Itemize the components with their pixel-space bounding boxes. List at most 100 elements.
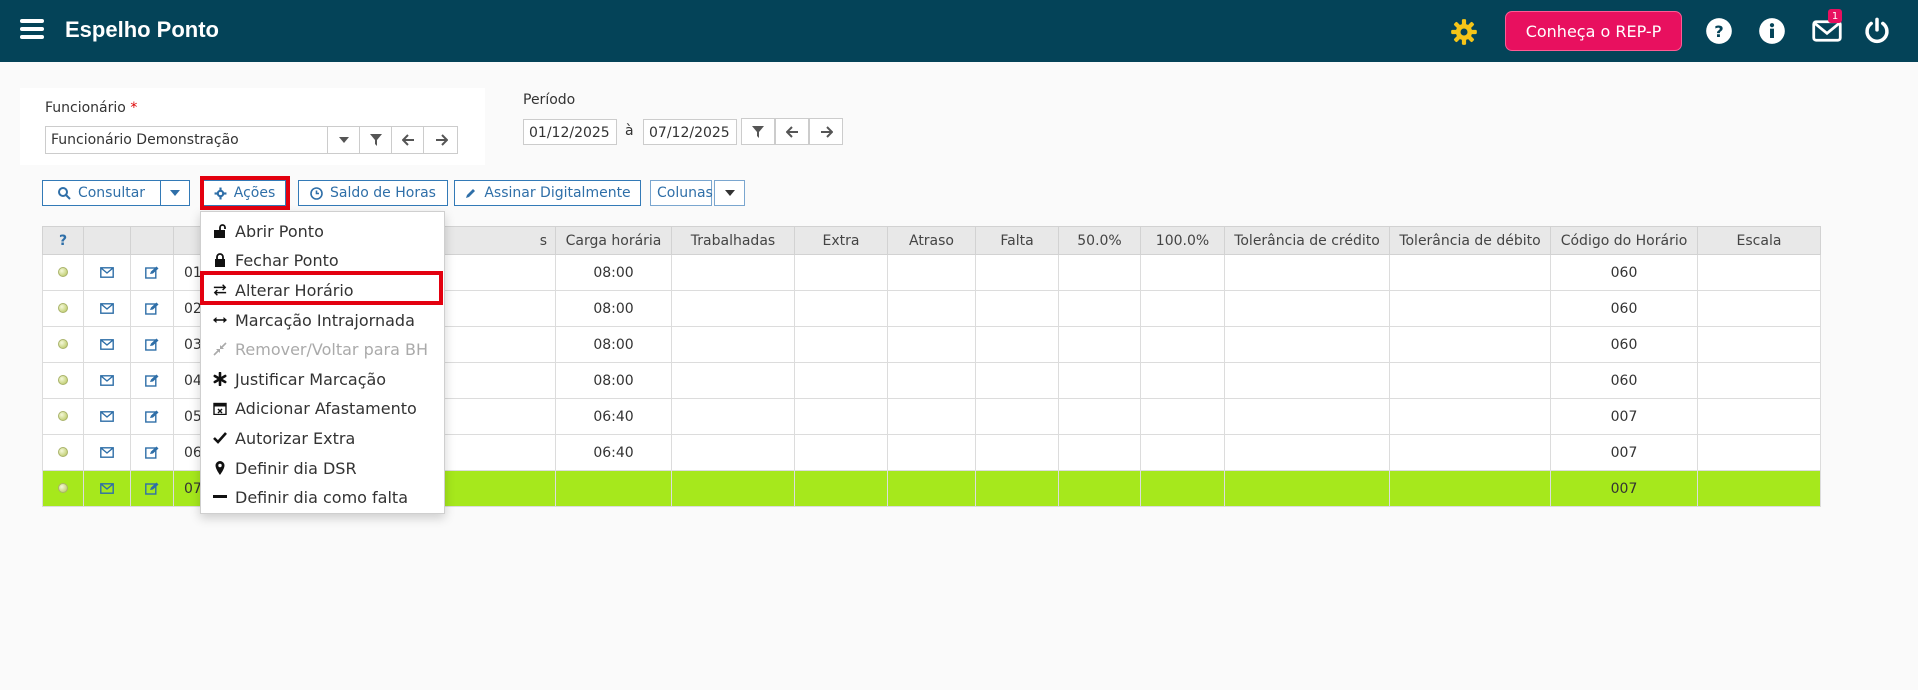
- table-cell: [1389, 326, 1551, 363]
- carga-cell: [555, 470, 672, 507]
- arrow-left-icon[interactable]: [391, 127, 424, 153]
- pencil-icon: [466, 188, 476, 198]
- menu-item-adicionar-afastamento[interactable]: Adicionar Afastamento: [201, 395, 444, 421]
- status-dot: [58, 266, 68, 277]
- mail-icon[interactable]: [83, 326, 131, 363]
- period-prev-button[interactable]: [775, 118, 809, 145]
- column-header-atraso: Atraso: [887, 226, 976, 255]
- table-cell: [1140, 434, 1225, 471]
- menu-item-fechar-ponto[interactable]: Fechar Ponto: [201, 247, 444, 273]
- menu-item-abrir-ponto[interactable]: Abrir Ponto: [201, 218, 444, 244]
- colunas-label: Colunas: [657, 185, 713, 201]
- unlock-icon: [213, 224, 227, 238]
- status-cell: [42, 362, 84, 399]
- table-cell: [1058, 398, 1141, 435]
- menu-item-alterar-horario[interactable]: Alterar Horário: [201, 277, 444, 303]
- mail-icon[interactable]: [83, 398, 131, 435]
- menu-item-definir-dia-como-falta[interactable]: Definir dia como falta: [201, 484, 444, 510]
- status-cell: [42, 434, 84, 471]
- filter-icon[interactable]: [359, 127, 392, 153]
- gear-icon[interactable]: [1450, 18, 1478, 46]
- acoes-dropdown-menu: Abrir Ponto Fechar Ponto Alterar Horário Ma…: [200, 211, 445, 514]
- mail-icon[interactable]: [83, 290, 131, 327]
- table-cell: [671, 290, 795, 327]
- table-cell: [1140, 254, 1225, 291]
- table-cell: [794, 290, 888, 327]
- table-cell: [1224, 470, 1390, 507]
- power-icon[interactable]: [1863, 17, 1891, 45]
- column-header-trabalhadas: Trabalhadas: [671, 226, 795, 255]
- table-cell: [1140, 398, 1225, 435]
- table-cell: [794, 398, 888, 435]
- acoes-label: Ações: [233, 185, 276, 201]
- column-header-escala: Escala: [1697, 226, 1821, 255]
- table-cell: [887, 290, 976, 327]
- codigo-cell: 060: [1550, 290, 1698, 327]
- menu-item-definir-dia-dsr[interactable]: Definir dia DSR: [201, 455, 444, 481]
- acoes-button[interactable]: Ações: [203, 180, 286, 206]
- period-next-button[interactable]: [809, 118, 843, 145]
- search-icon: [57, 186, 71, 200]
- table-cell: [1058, 362, 1141, 399]
- table-cell: [671, 254, 795, 291]
- consultar-dropdown-button[interactable]: [160, 180, 190, 206]
- consultar-label: Consultar: [77, 185, 146, 201]
- status-cell: [42, 398, 84, 435]
- table-cell: [671, 470, 795, 507]
- column-header-50: 50.0%: [1058, 226, 1141, 255]
- table-cell: [1389, 254, 1551, 291]
- table-cell: [887, 254, 976, 291]
- rep-p-button[interactable]: Conheça o REP-P: [1505, 11, 1682, 51]
- swap-icon: [213, 283, 227, 297]
- status-dot: [58, 374, 68, 385]
- mail-icon[interactable]: [83, 254, 131, 291]
- edit-icon[interactable]: [130, 326, 174, 363]
- edit-icon[interactable]: [130, 434, 174, 471]
- notification-badge: 1: [1828, 9, 1842, 23]
- table-cell: [1697, 254, 1821, 291]
- period-label: Período: [523, 92, 576, 108]
- menu-item-justificar-marcacao[interactable]: Justificar Marcação: [201, 366, 444, 392]
- clock-icon: [310, 186, 323, 200]
- mail-icon[interactable]: [83, 470, 131, 507]
- menu-item-label: Fechar Ponto: [235, 250, 339, 270]
- arrow-right-icon[interactable]: [423, 127, 458, 153]
- column-header-help[interactable]: ?: [42, 226, 84, 255]
- assinar-button[interactable]: Assinar Digitalmente: [454, 180, 641, 206]
- codigo-cell: 007: [1550, 398, 1698, 435]
- edit-icon[interactable]: [130, 254, 174, 291]
- help-icon[interactable]: ?: [1705, 17, 1733, 45]
- date-from-input[interactable]: 01/12/2025: [523, 119, 617, 145]
- consultar-button[interactable]: Consultar: [42, 180, 161, 206]
- codigo-cell: 007: [1550, 470, 1698, 507]
- table-cell: [975, 326, 1059, 363]
- minus-icon: [213, 490, 227, 504]
- status-dot: [58, 338, 68, 349]
- edit-icon[interactable]: [130, 398, 174, 435]
- table-cell: [887, 326, 976, 363]
- menu-item-label: Marcação Intrajornada: [235, 310, 415, 330]
- mail-icon[interactable]: [83, 434, 131, 471]
- saldo-horas-button[interactable]: Saldo de Horas: [298, 180, 448, 206]
- date-to-input[interactable]: 07/12/2025: [643, 119, 737, 145]
- table-cell: [1224, 362, 1390, 399]
- employee-combobox[interactable]: Funcionário Demonstração: [45, 126, 458, 154]
- colunas-button[interactable]: Colunas: [650, 180, 713, 206]
- menu-item-autorizar-extra[interactable]: Autorizar Extra: [201, 425, 444, 451]
- menu-icon[interactable]: [20, 19, 44, 39]
- table-cell: [671, 398, 795, 435]
- chevron-down-icon[interactable]: [327, 127, 360, 153]
- employee-label: Funcionário *: [45, 100, 138, 116]
- menu-item-marcacao-intrajornada[interactable]: Marcação Intrajornada: [201, 307, 444, 333]
- info-icon[interactable]: [1758, 17, 1786, 45]
- arrows-horizontal-icon: [213, 313, 227, 327]
- column-header-falta: Falta: [975, 226, 1059, 255]
- edit-icon[interactable]: [130, 290, 174, 327]
- mail-icon[interactable]: [83, 362, 131, 399]
- colunas-dropdown-button[interactable]: [714, 180, 745, 206]
- menu-item-label: Alterar Horário: [235, 280, 354, 300]
- period-filter-button[interactable]: [741, 118, 775, 145]
- status-cell: [42, 290, 84, 327]
- edit-icon[interactable]: [130, 470, 174, 507]
- edit-icon[interactable]: [130, 362, 174, 399]
